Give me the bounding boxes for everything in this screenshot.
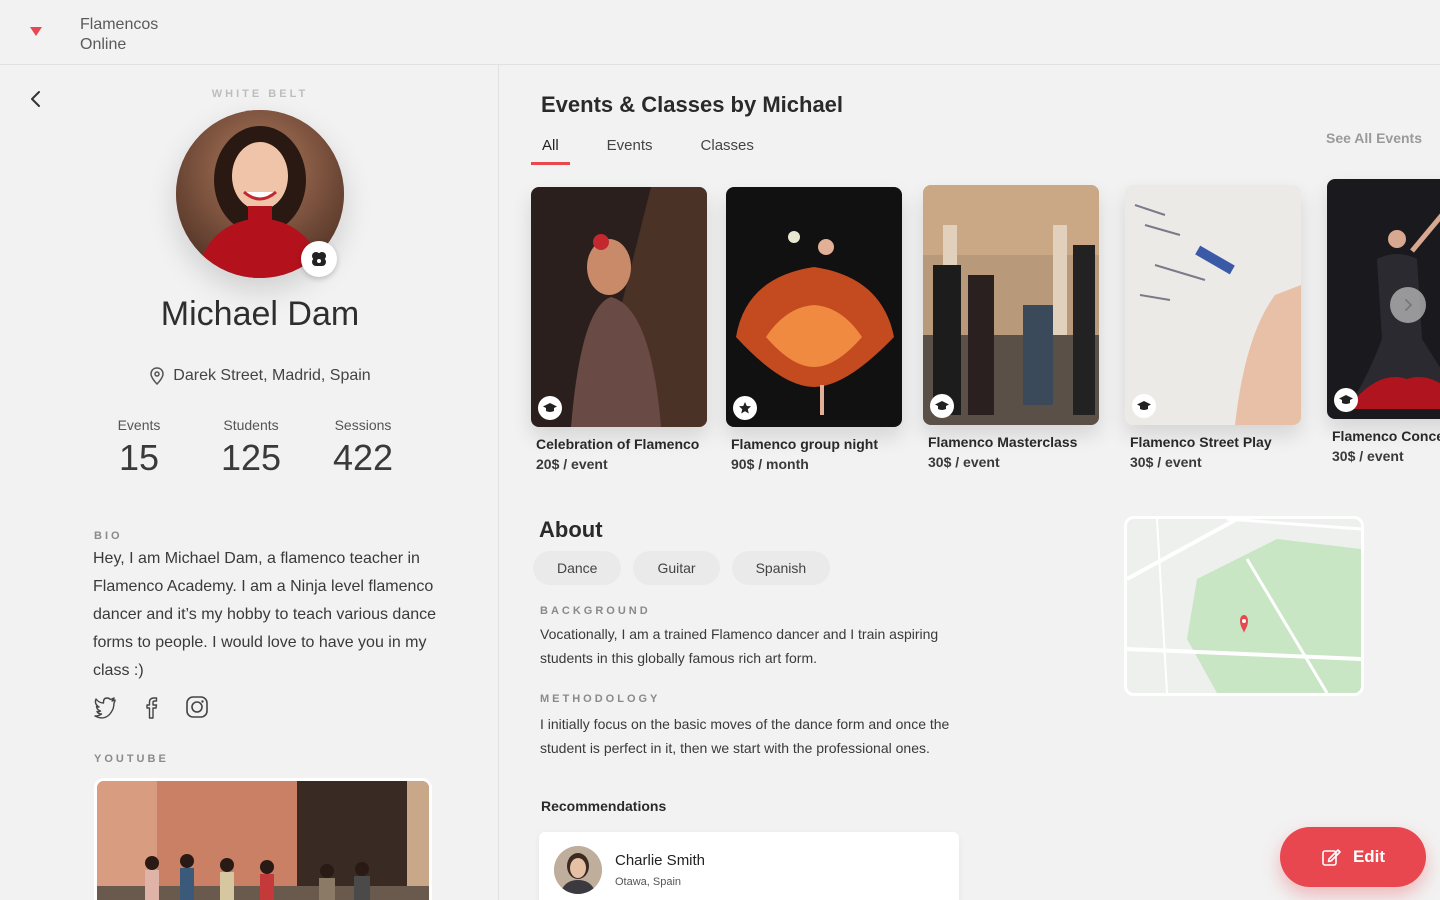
stat-label: Sessions (334, 417, 392, 433)
tab-classes[interactable]: Classes (690, 135, 765, 165)
youtube-video-thumbnail[interactable] (94, 778, 432, 900)
edit-label: Edit (1352, 847, 1386, 866)
app-brand[interactable]: Flamencos Online (80, 15, 158, 55)
stat-label: Students (223, 417, 279, 433)
event-title: Flamenco group night (731, 436, 878, 452)
chevron-right-icon (1405, 299, 1413, 311)
event-price: 20$ / event (536, 456, 608, 472)
recommendations-title: Recommendations (541, 798, 667, 814)
event-card-image (923, 185, 1099, 425)
event-card-image (1125, 185, 1301, 425)
events-tabs: All Events Classes (531, 135, 791, 165)
bio-label: BIO (94, 530, 123, 542)
skill-chips: Dance Guitar Spanish (533, 551, 831, 585)
chip-guitar[interactable]: Guitar (633, 551, 720, 585)
fist-icon (312, 252, 326, 266)
stat-events: Events 15 (84, 417, 194, 479)
stat-sessions: Sessions 422 (308, 417, 418, 479)
app-name-line2: Online (80, 36, 127, 53)
methodology-label: METHODOLOGY (540, 693, 661, 705)
event-card[interactable]: Flamenco Street Play 30$ / event (1125, 185, 1301, 470)
events-section-title: Events & Classes by Michael (541, 92, 844, 117)
event-price: 90$ / month (731, 456, 809, 472)
event-price: 30$ / event (1332, 448, 1404, 464)
stat-students: Students 125 (196, 417, 306, 479)
location-map[interactable] (1124, 516, 1364, 696)
event-price: 30$ / event (1130, 454, 1202, 470)
event-card[interactable]: Flamenco Concer 30$ / event (1327, 179, 1440, 464)
belt-badge[interactable] (301, 241, 337, 277)
background-label: BACKGROUND (540, 605, 651, 617)
see-all-events-link[interactable]: See All Events (1326, 130, 1422, 146)
recommender-name: Charlie Smith (615, 852, 706, 869)
recommendation-card[interactable]: Charlie Smith Otawa, Spain (539, 832, 959, 900)
event-card-image (726, 187, 902, 427)
carousel-next-button[interactable] (1390, 287, 1426, 323)
belt-level: WHITE BELT (211, 88, 309, 100)
edit-icon (1322, 849, 1341, 866)
location-pin-icon (150, 367, 165, 385)
tab-all[interactable]: All (531, 135, 570, 165)
stat-value: 125 (220, 437, 282, 478)
location-text: Darek Street, Madrid, Spain (173, 367, 371, 384)
stat-value: 15 (118, 437, 160, 478)
app-name-line1: Flamencos (80, 16, 159, 33)
event-card[interactable]: Flamenco group night 90$ / month (726, 187, 902, 472)
methodology-text: I initially focus on the basic moves of … (540, 716, 950, 756)
tab-events[interactable]: Events (596, 135, 664, 165)
event-price: 30$ / event (928, 454, 1000, 470)
profile-name: Michael Dam (160, 295, 360, 333)
stat-value: 422 (332, 437, 394, 478)
graduation-cap-icon (1334, 388, 1358, 412)
event-title: Flamenco Street Play (1130, 434, 1272, 450)
graduation-cap-icon (538, 396, 562, 420)
event-title: Flamenco Masterclass (928, 434, 1078, 450)
chip-spanish[interactable]: Spanish (731, 551, 831, 585)
youtube-label: YOUTUBE (94, 753, 169, 765)
facebook-icon[interactable] (139, 695, 163, 719)
event-card[interactable]: Flamenco Masterclass 30$ / event (923, 185, 1099, 470)
event-card-image (531, 187, 707, 427)
star-icon (733, 396, 757, 420)
chip-dance[interactable]: Dance (533, 551, 622, 585)
event-title: Flamenco Concer (1332, 428, 1440, 444)
instagram-icon[interactable] (185, 695, 209, 719)
stat-label: Events (117, 417, 161, 433)
profile-panel: WHITE BELT Michael Dam Darek Street, Mad… (0, 65, 499, 900)
top-bar: Flamencos Online (0, 0, 1440, 65)
graduation-cap-icon (1132, 394, 1156, 418)
events-panel: Events & Classes by Michael All Events C… (500, 65, 1440, 900)
edit-button[interactable]: Edit (1280, 827, 1426, 887)
twitter-icon[interactable] (93, 695, 117, 719)
profile-location: Darek Street, Madrid, Spain (0, 367, 520, 385)
graduation-cap-icon (930, 394, 954, 418)
logo-icon[interactable] (30, 27, 42, 36)
avatar (554, 846, 602, 894)
bio-text: Hey, I am Michael Dam, a flamenco teache… (93, 550, 437, 679)
background-text: Vocationally, I am a trained Flamenco da… (540, 626, 939, 666)
event-card[interactable]: Celebration of Flamenco 20$ / event (531, 187, 707, 472)
about-title: About (539, 517, 603, 542)
event-title: Celebration of Flamenco (536, 436, 700, 452)
social-links (93, 695, 209, 719)
recommender-location: Otawa, Spain (615, 876, 682, 888)
